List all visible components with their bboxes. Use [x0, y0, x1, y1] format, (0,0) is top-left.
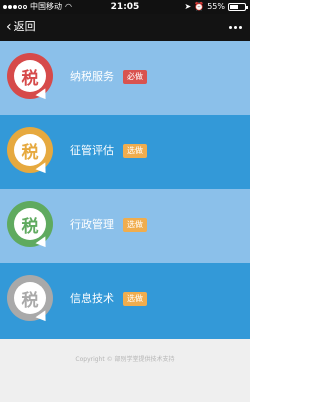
- back-button[interactable]: ‹ 返回: [6, 20, 36, 34]
- optional-badge: 选做: [123, 218, 147, 232]
- more-menu-icon[interactable]: [229, 26, 242, 29]
- copyright-text: Copyright © 部别学堂提供技术支持: [75, 356, 175, 363]
- tax-icon-char: 税: [14, 134, 46, 166]
- battery-icon: [228, 3, 248, 11]
- chevron-left-icon: ‹: [6, 19, 12, 35]
- footer: Copyright © 部别学堂提供技术支持: [0, 339, 250, 402]
- tax-icon-char: 税: [14, 282, 46, 314]
- battery-percent: 55%: [207, 2, 225, 11]
- menu-item-label: 行政管理: [70, 218, 114, 231]
- status-bar: 中国移动 ◠ 21:05 ➤ ⏰ 55%: [0, 0, 250, 14]
- tax-icon: 税: [7, 53, 53, 103]
- status-right: ➤ ⏰ 55%: [182, 2, 248, 12]
- tax-icon: 税: [7, 127, 53, 177]
- menu-item-label: 信息技术: [70, 292, 114, 305]
- menu-item-administration[interactable]: 税 行政管理 选做: [0, 189, 250, 263]
- location-icon: ➤: [184, 2, 192, 11]
- menu-item-label: 征管评估: [70, 144, 114, 157]
- alarm-icon: ⏰: [194, 2, 205, 11]
- menu-item-tax-service[interactable]: 税 纳税服务 必做: [0, 41, 250, 115]
- menu-item-information-tech[interactable]: 税 信息技术 选做: [0, 263, 250, 339]
- nav-bar: ‹ 返回: [0, 14, 250, 41]
- required-badge: 必做: [123, 70, 147, 84]
- tax-icon-char: 税: [14, 60, 46, 92]
- back-label: 返回: [13, 20, 36, 33]
- tax-icon-char: 税: [14, 208, 46, 240]
- tax-icon: 税: [7, 201, 53, 251]
- menu-item-label: 纳税服务: [70, 70, 114, 83]
- battery-level: [230, 5, 238, 9]
- menu-item-collection-assessment[interactable]: 税 征管评估 选做: [0, 115, 250, 189]
- optional-badge: 选做: [123, 144, 147, 158]
- optional-badge: 选做: [123, 292, 147, 306]
- tax-icon: 税: [7, 275, 53, 325]
